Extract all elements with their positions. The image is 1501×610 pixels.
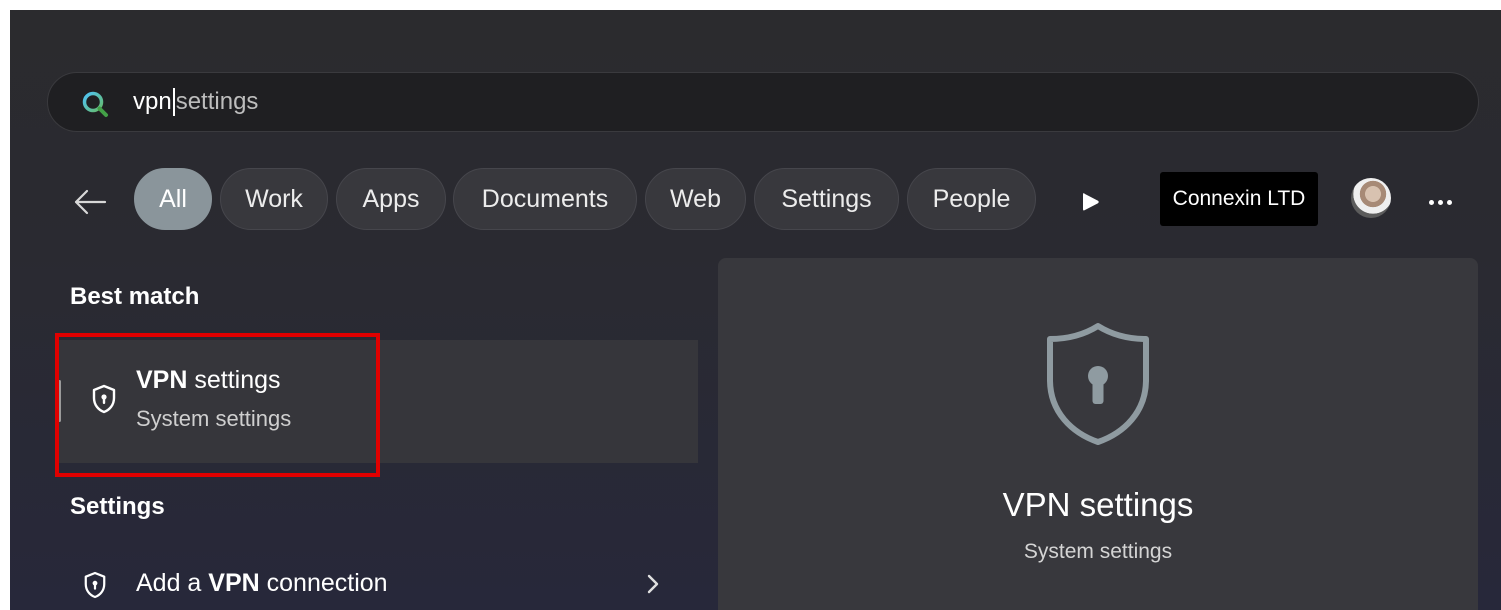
back-button[interactable]: [70, 182, 110, 222]
filter-chip-documents[interactable]: Documents: [453, 168, 637, 230]
chip-label: Web: [670, 184, 721, 213]
settings-heading: Settings: [70, 493, 165, 520]
chip-label: Apps: [362, 184, 420, 213]
shield-lock-icon: [92, 384, 116, 414]
best-match-title-rest: settings: [187, 366, 281, 394]
more-options-button[interactable]: [1420, 182, 1460, 222]
chip-label: People: [932, 184, 1011, 213]
chip-label: Settings: [781, 184, 872, 213]
filter-chip-settings[interactable]: Settings: [754, 168, 899, 230]
search-box[interactable]: vpn settings: [47, 72, 1479, 132]
organization-name: Connexin LTD: [1172, 187, 1306, 210]
filter-chip-all[interactable]: All: [134, 168, 212, 230]
organization-badge[interactable]: Connexin LTD: [1160, 172, 1318, 226]
filter-chip-people[interactable]: People: [907, 168, 1036, 230]
play-icon[interactable]: [1080, 190, 1102, 214]
best-match-result[interactable]: VPN settings System settings: [58, 340, 698, 463]
search-icon: [82, 91, 108, 117]
chevron-right-icon: [647, 574, 659, 594]
chip-label: Work: [245, 184, 303, 213]
best-match-heading: Best match: [70, 283, 200, 310]
filter-chip-web[interactable]: Web: [645, 168, 746, 230]
filter-chip-work[interactable]: Work: [220, 168, 328, 230]
search-suggestion-text: settings: [175, 88, 259, 115]
search-panel: vpn settings All Work Apps Documents Web…: [10, 10, 1501, 610]
text-caret: [172, 88, 175, 116]
chip-label: Documents: [481, 184, 609, 213]
settings-result-add-vpn[interactable]: Add a VPN connection: [58, 555, 698, 610]
search-typed-text: vpn: [133, 88, 172, 115]
preview-subtitle: System settings: [1023, 540, 1173, 563]
settings-result-label: Add a VPN connection: [136, 569, 388, 597]
shield-lock-icon: [1047, 323, 1149, 445]
selection-indicator: [58, 380, 61, 422]
search-input[interactable]: vpn settings: [133, 87, 258, 117]
more-horizontal-icon: [1428, 199, 1434, 205]
preview-pane: VPN settings System settings: [718, 258, 1478, 610]
avatar[interactable]: [1351, 178, 1391, 218]
shield-lock-icon: [84, 571, 106, 599]
arrow-left-icon: [74, 189, 107, 215]
best-match-title: VPN settings: [136, 366, 281, 395]
chip-label: All: [159, 184, 187, 213]
filter-chip-apps[interactable]: Apps: [336, 168, 446, 230]
best-match-subtitle: System settings: [136, 406, 292, 431]
best-match-title-bold: VPN: [136, 366, 188, 394]
preview-title: VPN settings: [1002, 486, 1194, 523]
